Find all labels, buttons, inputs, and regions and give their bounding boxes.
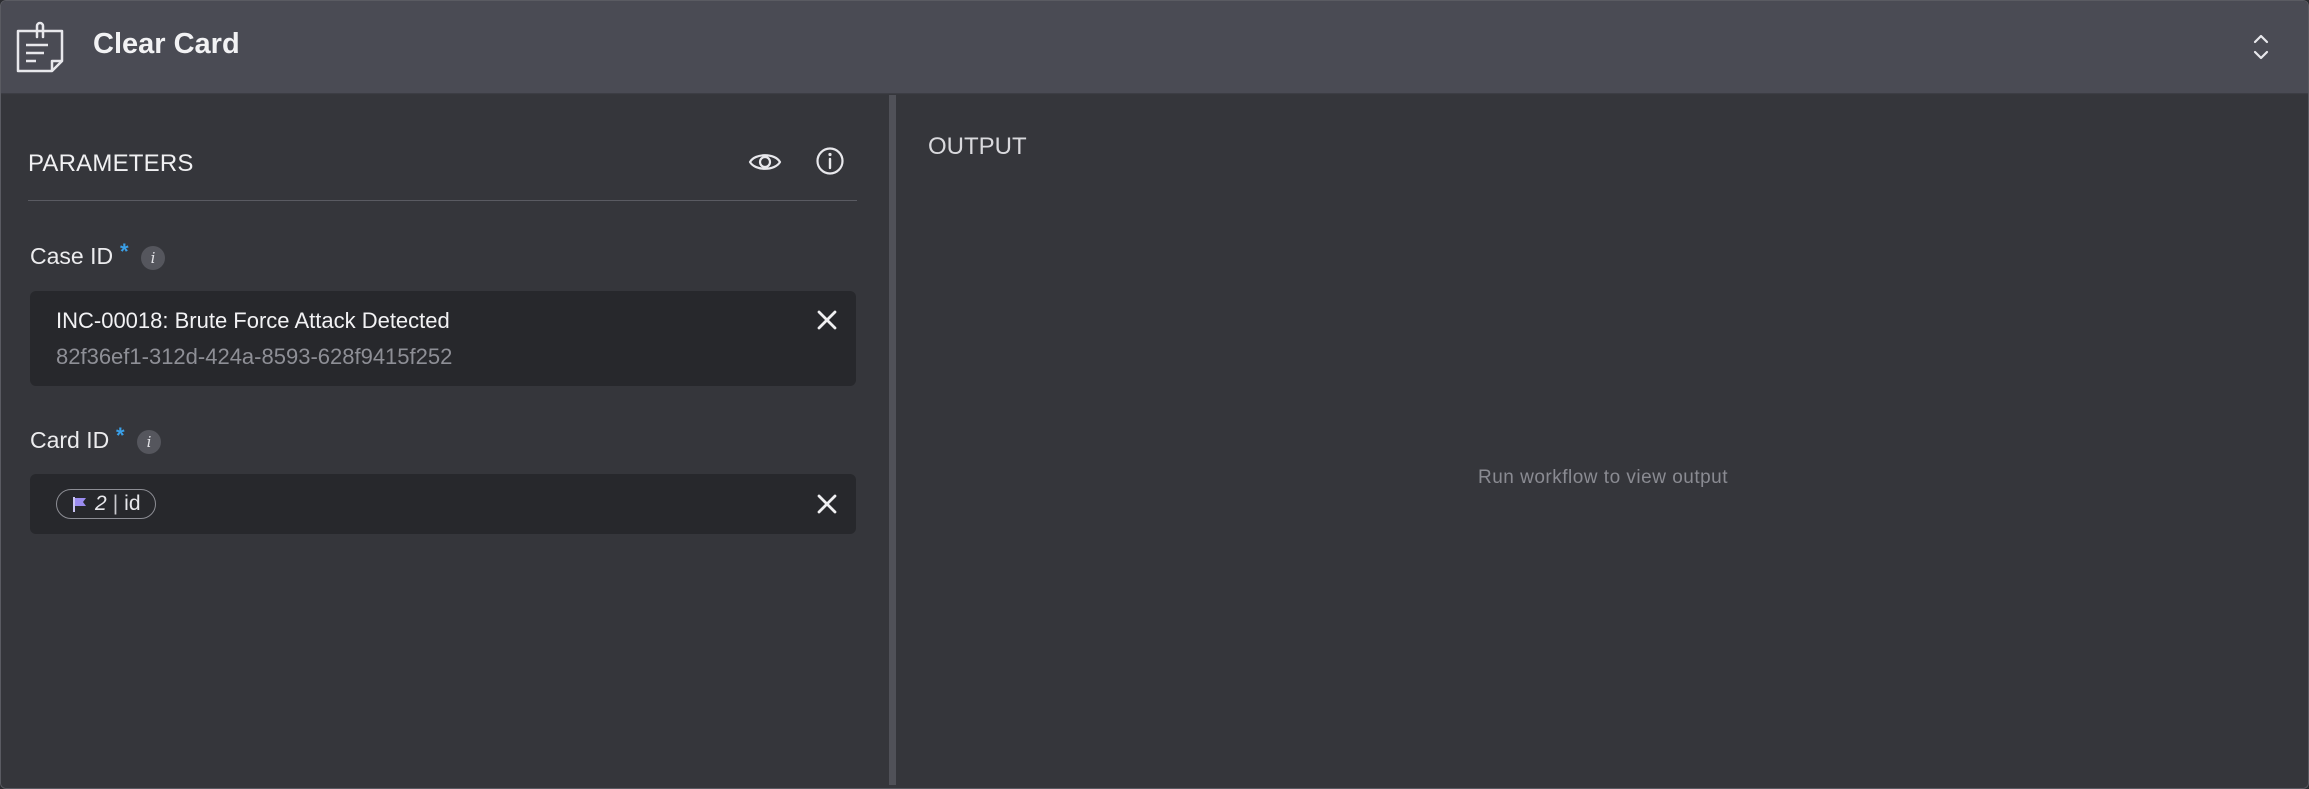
flag-icon bbox=[73, 497, 86, 512]
parameters-divider bbox=[28, 200, 857, 201]
card-id-required-mark: * bbox=[116, 423, 125, 448]
chip-node-number: 2 bbox=[95, 492, 107, 515]
case-id-value-uuid: 82f36ef1-312d-424a-8593-628f9415f252 bbox=[56, 344, 453, 369]
card-id-info-icon[interactable]: i bbox=[137, 430, 161, 454]
case-id-field[interactable]: INC-00018: Brute Force Attack Detected 8… bbox=[30, 291, 856, 386]
card-id-field[interactable]: 2 | id bbox=[30, 474, 856, 534]
output-panel: OUTPUT Run workflow to view output bbox=[896, 95, 2308, 788]
chevron-up-down-icon[interactable] bbox=[2250, 31, 2272, 63]
case-id-required-mark: * bbox=[120, 239, 129, 264]
case-id-info-icon[interactable]: i bbox=[141, 246, 165, 270]
output-title: OUTPUT bbox=[928, 133, 1027, 160]
card-id-label: Card ID bbox=[30, 427, 110, 453]
output-placeholder: Run workflow to view output bbox=[1477, 467, 1729, 488]
eye-icon[interactable] bbox=[748, 145, 782, 179]
parameters-panel: PARAMETERS Case ID * i INC-00018: Brute … bbox=[1, 95, 889, 788]
chip-field-name: id bbox=[124, 492, 141, 515]
window-header: Clear Card bbox=[1, 1, 2308, 94]
chip-separator: | bbox=[112, 492, 119, 515]
close-icon[interactable] bbox=[816, 309, 838, 331]
page-title: Clear Card bbox=[93, 28, 240, 60]
panel-resize-handle[interactable] bbox=[889, 95, 896, 785]
case-id-label: Case ID bbox=[30, 243, 114, 269]
info-circle-icon[interactable] bbox=[814, 145, 846, 177]
clear-card-window: Clear Card PARAMETERS Case ID * i INC-00… bbox=[0, 0, 2309, 789]
parameters-title: PARAMETERS bbox=[28, 150, 194, 177]
close-icon[interactable] bbox=[816, 493, 838, 515]
card-id-token-chip[interactable]: 2 | id bbox=[56, 489, 156, 519]
case-id-value-name: INC-00018: Brute Force Attack Detected bbox=[56, 308, 450, 333]
sticky-note-icon bbox=[16, 21, 64, 73]
